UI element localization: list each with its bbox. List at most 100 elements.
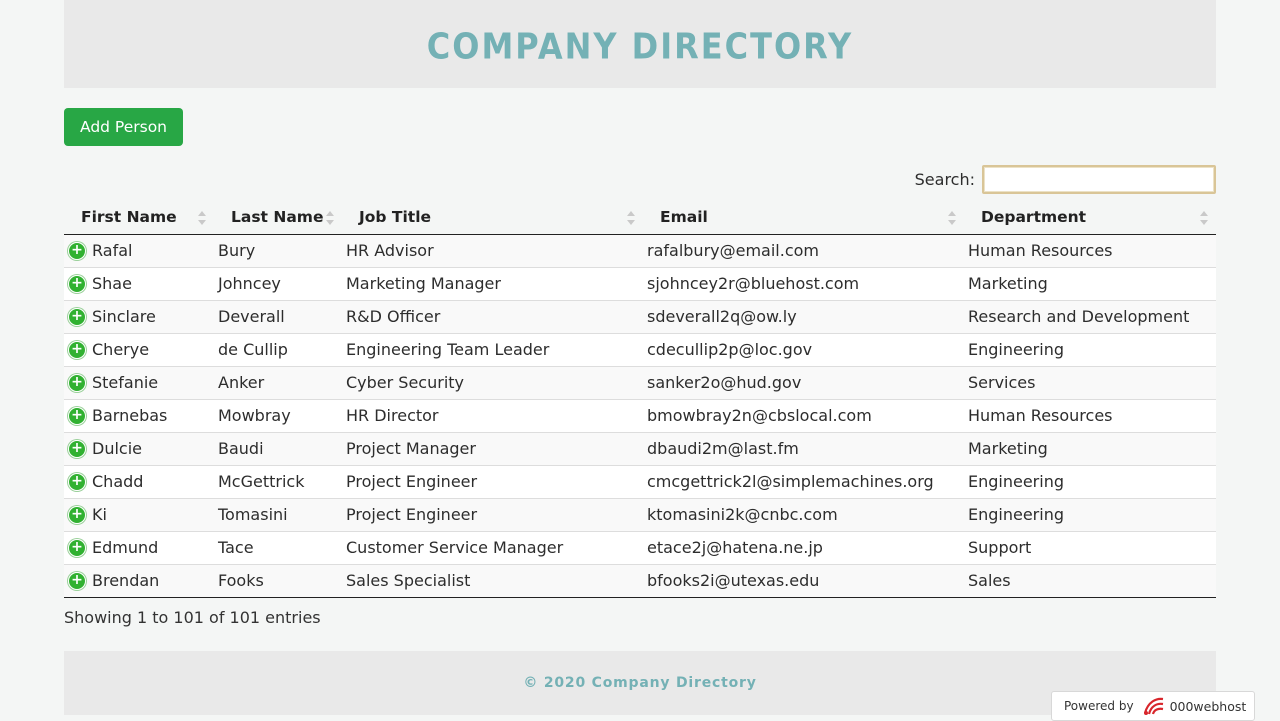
last-name-cell: Tomasini [214,497,342,531]
email-cell: cmcgettrick2l@simplemachines.org [643,464,964,498]
plus-circle-icon[interactable]: + [68,373,86,392]
email-cell: sjohncey2r@bluehost.com [643,266,964,300]
first-name-text: Rafal [92,241,133,260]
email-cell: etace2j@hatena.ne.jp [643,530,964,564]
plus-circle-icon[interactable]: + [68,472,86,491]
column-header-first-name[interactable]: First Name [64,200,214,235]
department-cell: Marketing [964,266,1216,300]
last-name-cell: de Cullip [214,332,342,366]
first-name-text: Dulcie [92,439,142,458]
table-row[interactable]: + Ki Tomasini Project Engineer ktomasini2k@c… [64,497,1216,531]
first-name-cell: + Shae [64,266,214,300]
plus-circle-icon[interactable]: + [68,406,86,425]
email-cell: dbaudi2m@last.fm [643,431,964,465]
column-header-department[interactable]: Department [964,200,1216,235]
job-title-cell: Project Manager [342,431,643,465]
last-name-cell: McGettrick [214,464,342,498]
first-name-cell: + Rafal [64,234,214,267]
department-cell: Sales [964,563,1216,598]
plus-circle-icon[interactable]: + [68,538,86,557]
directory-table-container: First Name Last Name Job Title Email Dep… [64,200,1216,598]
table-row[interactable]: + Shae Johncey Marketing Manager sjohncey2r@… [64,266,1216,300]
column-header-last-name[interactable]: Last Name [214,200,342,235]
table-row[interactable]: + Chadd McGettrick Project Engineer cmcgettr… [64,464,1216,498]
job-title-cell: R&D Officer [342,299,643,333]
first-name-cell: + Chadd [64,464,214,498]
first-name-text: Ki [92,505,107,524]
last-name-cell: Baudi [214,431,342,465]
sort-arrows-icon [326,211,334,225]
table-row[interactable]: + Dulcie Baudi Project Manager dbaudi2m@last… [64,431,1216,465]
email-cell: bfooks2i@utexas.edu [643,563,964,598]
department-cell: Support [964,530,1216,564]
job-title-cell: Customer Service Manager [342,530,643,564]
powered-by-badge[interactable]: Powered by 000webhost [1051,691,1255,721]
table-row[interactable]: + Cherye de Cullip Engineering Team Leader c… [64,332,1216,366]
sort-arrows-icon [627,211,635,225]
first-name-cell: + Edmund [64,530,214,564]
table-row[interactable]: + Barnebas Mowbray HR Director bmowbray2n@cb… [64,398,1216,432]
plus-circle-icon[interactable]: + [68,340,86,359]
department-cell: Research and Development [964,299,1216,333]
last-name-cell: Tace [214,530,342,564]
plus-circle-icon[interactable]: + [68,505,86,524]
page-title: COMPANY DIRECTORY [426,24,854,68]
plus-circle-icon[interactable]: + [68,307,86,326]
table-row[interactable]: + Edmund Tace Customer Service Manager etace… [64,530,1216,564]
plus-circle-icon[interactable]: + [68,439,86,458]
plus-circle-icon[interactable]: + [68,274,86,293]
table-row[interactable]: + Rafal Bury HR Advisor rafalbury@email.com H… [64,234,1216,267]
job-title-cell: HR Director [342,398,643,432]
email-cell: sdeverall2q@ow.ly [643,299,964,333]
column-header-job-title[interactable]: Job Title [342,200,643,235]
directory-table: First Name Last Name Job Title Email Dep… [64,200,1216,598]
plus-circle-icon[interactable]: + [68,241,86,260]
plus-circle-icon[interactable]: + [68,571,86,590]
department-cell: Engineering [964,332,1216,366]
first-name-cell: + Sinclare [64,299,214,333]
department-cell: Engineering [964,497,1216,531]
powered-by-brand: 000webhost [1169,698,1247,714]
first-name-cell: + Ki [64,497,214,531]
search-label: Search: [914,170,975,189]
first-name-text: Cherye [92,340,150,359]
job-title-cell: Cyber Security [342,365,643,399]
email-cell: ktomasini2k@cnbc.com [643,497,964,531]
job-title-cell: Project Engineer [342,497,643,531]
job-title-cell: Sales Specialist [342,563,643,598]
search-input[interactable] [982,165,1216,194]
table-row[interactable]: + Stefanie Anker Cyber Security sanker2o@hud… [64,365,1216,399]
job-title-cell: Project Engineer [342,464,643,498]
first-name-cell: + Brendan [64,563,214,598]
job-title-cell: Marketing Manager [342,266,643,300]
department-cell: Human Resources [964,398,1216,432]
table-row[interactable]: + Sinclare Deverall R&D Officer sdeverall2q@… [64,299,1216,333]
first-name-text: Brendan [92,571,160,590]
first-name-text: Sinclare [92,307,156,326]
email-cell: sanker2o@hud.gov [643,365,964,399]
department-cell: Engineering [964,464,1216,498]
first-name-cell: + Cherye [64,332,214,366]
column-header-email[interactable]: Email [643,200,964,235]
sort-arrows-icon [1200,211,1208,225]
first-name-text: Shae [92,274,132,293]
department-cell: Marketing [964,431,1216,465]
job-title-cell: Engineering Team Leader [342,332,643,366]
first-name-text: Stefanie [92,373,159,392]
table-row[interactable]: + Brendan Fooks Sales Specialist bfooks2i@ut… [64,563,1216,598]
sort-arrows-icon [198,211,206,225]
last-name-cell: Bury [214,234,342,267]
page-footer: © 2020 Company Directory [64,651,1216,715]
first-name-text: Barnebas [92,406,168,425]
add-person-button[interactable]: Add Person [64,108,183,146]
last-name-cell: Deverall [214,299,342,333]
last-name-cell: Mowbray [214,398,342,432]
footer-text: © 2020 Company Directory [523,675,757,691]
email-cell: cdecullip2p@loc.gov [643,332,964,366]
last-name-cell: Johncey [214,266,342,300]
department-cell: Services [964,365,1216,399]
powered-by-label: Powered by [1064,699,1134,713]
department-cell: Human Resources [964,234,1216,267]
page-header: COMPANY DIRECTORY [64,0,1216,88]
000webhost-logo-icon [1142,696,1166,716]
